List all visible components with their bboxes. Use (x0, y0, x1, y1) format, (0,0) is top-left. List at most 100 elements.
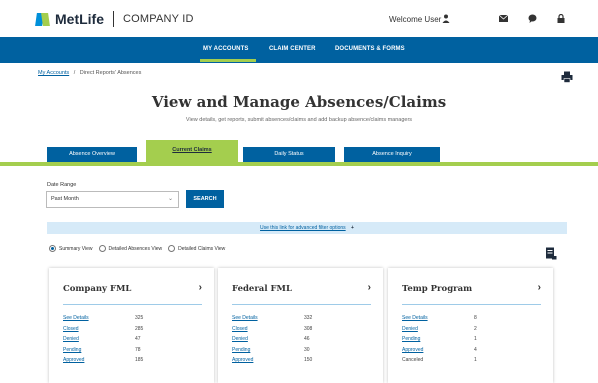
row-count: 78 (135, 346, 141, 353)
chevron-down-icon: ⌄ (167, 196, 173, 202)
mail-icon[interactable] (498, 13, 508, 23)
card-divider (402, 304, 541, 305)
row-link[interactable]: See Details (63, 315, 135, 321)
row-link[interactable]: Denied (232, 336, 304, 342)
breadcrumb-my-accounts[interactable]: My Accounts (38, 70, 69, 76)
radio-detailed-absences-view[interactable]: Detailed Absences View (98, 245, 163, 252)
card-row: See Details 332 (232, 313, 372, 324)
print-icon[interactable] (561, 70, 573, 83)
row-link[interactable]: Approved (232, 357, 304, 363)
row-count: 1 (474, 357, 477, 364)
metlife-logo-mark (35, 12, 50, 26)
card-row: Denied 2 (402, 324, 542, 335)
export-icon[interactable] (545, 247, 557, 260)
page-subtitle: View details, get reports, submit absenc… (185, 117, 413, 123)
radio-label: Detailed Absences View (108, 245, 163, 252)
row-link[interactable]: Approved (402, 347, 474, 353)
card-row: Denied 47 (63, 334, 203, 345)
row-count: 4 (474, 346, 477, 353)
brand-name: MetLife (55, 11, 104, 27)
metlife-logo[interactable]: MetLife COMPANY ID (35, 11, 194, 27)
row-count: 150 (304, 357, 313, 364)
date-range-select[interactable]: Past Month ⌄ (46, 191, 179, 208)
row-count: 308 (304, 325, 313, 332)
chevron-right-icon[interactable]: › (368, 282, 371, 293)
view-options: Summary View Detailed Absences View Deta… (49, 245, 225, 252)
card-divider (63, 304, 202, 305)
tabs-underline (0, 162, 598, 166)
breadcrumb-separator: / (73, 70, 76, 76)
radio-unselected-icon (98, 245, 106, 252)
card-title: Company FML (63, 284, 132, 294)
card-row: Pending 1 (402, 334, 542, 345)
row-count: 332 (304, 315, 313, 322)
plus-icon[interactable]: + (351, 225, 354, 231)
card-row: Denied 46 (232, 334, 372, 345)
tab-absence-overview[interactable]: Absence Overview (47, 147, 137, 162)
row-label: Canceled (402, 357, 424, 364)
summary-card-company-fml[interactable]: Company FML › See Details 325 Closed 285 D… (49, 268, 214, 383)
row-count: 185 (135, 357, 144, 364)
logo-divider (113, 11, 114, 27)
summary-card-temp-program[interactable]: Temp Program › See Details 8 Denied 2 Pend… (388, 268, 553, 383)
row-link[interactable]: Pending (402, 336, 474, 342)
radio-summary-view[interactable]: Summary View (49, 245, 93, 252)
card-row: Approved 4 (402, 345, 542, 356)
user-icon[interactable] (441, 13, 451, 23)
row-count: 2 (474, 325, 477, 332)
tab-daily-status[interactable]: Daily Status (243, 147, 335, 162)
card-rows: See Details 332 Closed 308 Denied 46 Pendin… (232, 313, 372, 366)
card-row: See Details 8 (402, 313, 542, 324)
card-row: Approved 185 (63, 355, 203, 366)
row-count: 285 (135, 325, 144, 332)
row-link[interactable]: Denied (402, 326, 474, 332)
card-row: Canceled 1 (402, 355, 542, 366)
row-link[interactable]: See Details (402, 315, 474, 321)
card-row: Pending 30 (232, 345, 372, 356)
row-count: 1 (474, 336, 477, 343)
nav-active-indicator (200, 59, 256, 62)
radio-selected-icon (49, 245, 56, 252)
card-title: Temp Program (402, 284, 473, 294)
card-rows: See Details 325 Closed 285 Denied 47 Pendin… (63, 313, 203, 366)
row-link[interactable]: Denied (63, 336, 135, 342)
nav-my-accounts[interactable]: MY ACCOUNTS (203, 46, 248, 52)
row-count: 46 (304, 336, 310, 343)
tab-current-claims[interactable]: Current Claims (146, 140, 238, 164)
advanced-filter-bar[interactable]: Use this link for advanced filter option… (47, 222, 567, 234)
nav-documents-forms[interactable]: DOCUMENTS & FORMS (335, 46, 405, 52)
tab-absence-inquiry[interactable]: Absence Inquiry (344, 147, 440, 162)
chevron-right-icon[interactable]: › (199, 282, 202, 293)
card-row: Closed 308 (232, 324, 372, 335)
row-count: 47 (135, 336, 141, 343)
row-link[interactable]: Pending (232, 347, 304, 353)
row-link[interactable]: Closed (232, 326, 304, 332)
row-count: 30 (304, 346, 310, 353)
radio-unselected-icon (168, 245, 176, 252)
advanced-filter-link[interactable]: Use this link for advanced filter option… (260, 225, 346, 231)
radio-label: Summary View (59, 245, 93, 252)
radio-detailed-claims-view[interactable]: Detailed Claims View (168, 245, 225, 252)
lock-icon[interactable] (556, 13, 566, 23)
date-range-value: Past Month (51, 196, 79, 202)
row-link[interactable]: Closed (63, 326, 135, 332)
card-rows: See Details 8 Denied 2 Pending 1 Approved 4 … (402, 313, 542, 366)
chevron-right-icon[interactable]: › (538, 282, 541, 293)
app-name: COMPANY ID (123, 13, 194, 25)
search-button[interactable]: SEARCH (186, 190, 224, 208)
welcome-text: Welcome User (389, 15, 442, 24)
page-title: View and Manage Absences/Claims (151, 93, 447, 111)
row-link[interactable]: Pending (63, 347, 135, 353)
main-nav: MY ACCOUNTS CLAIM CENTER DOCUMENTS & FOR… (0, 37, 598, 63)
breadcrumb: My Accounts / Direct Reports' Absences (38, 70, 141, 76)
nav-claim-center[interactable]: CLAIM CENTER (269, 46, 316, 52)
summary-card-federal-fml[interactable]: Federal FML › See Details 332 Closed 308 D… (218, 268, 383, 383)
chat-icon[interactable] (527, 13, 537, 23)
row-link[interactable]: Approved (63, 357, 135, 363)
top-header: MetLife COMPANY ID Welcome User (0, 0, 598, 37)
row-link[interactable]: See Details (232, 315, 304, 321)
card-row: Closed 285 (63, 324, 203, 335)
radio-label: Detailed Claims View (178, 245, 226, 252)
card-row: Pending 78 (63, 345, 203, 356)
card-row: Approved 150 (232, 355, 372, 366)
